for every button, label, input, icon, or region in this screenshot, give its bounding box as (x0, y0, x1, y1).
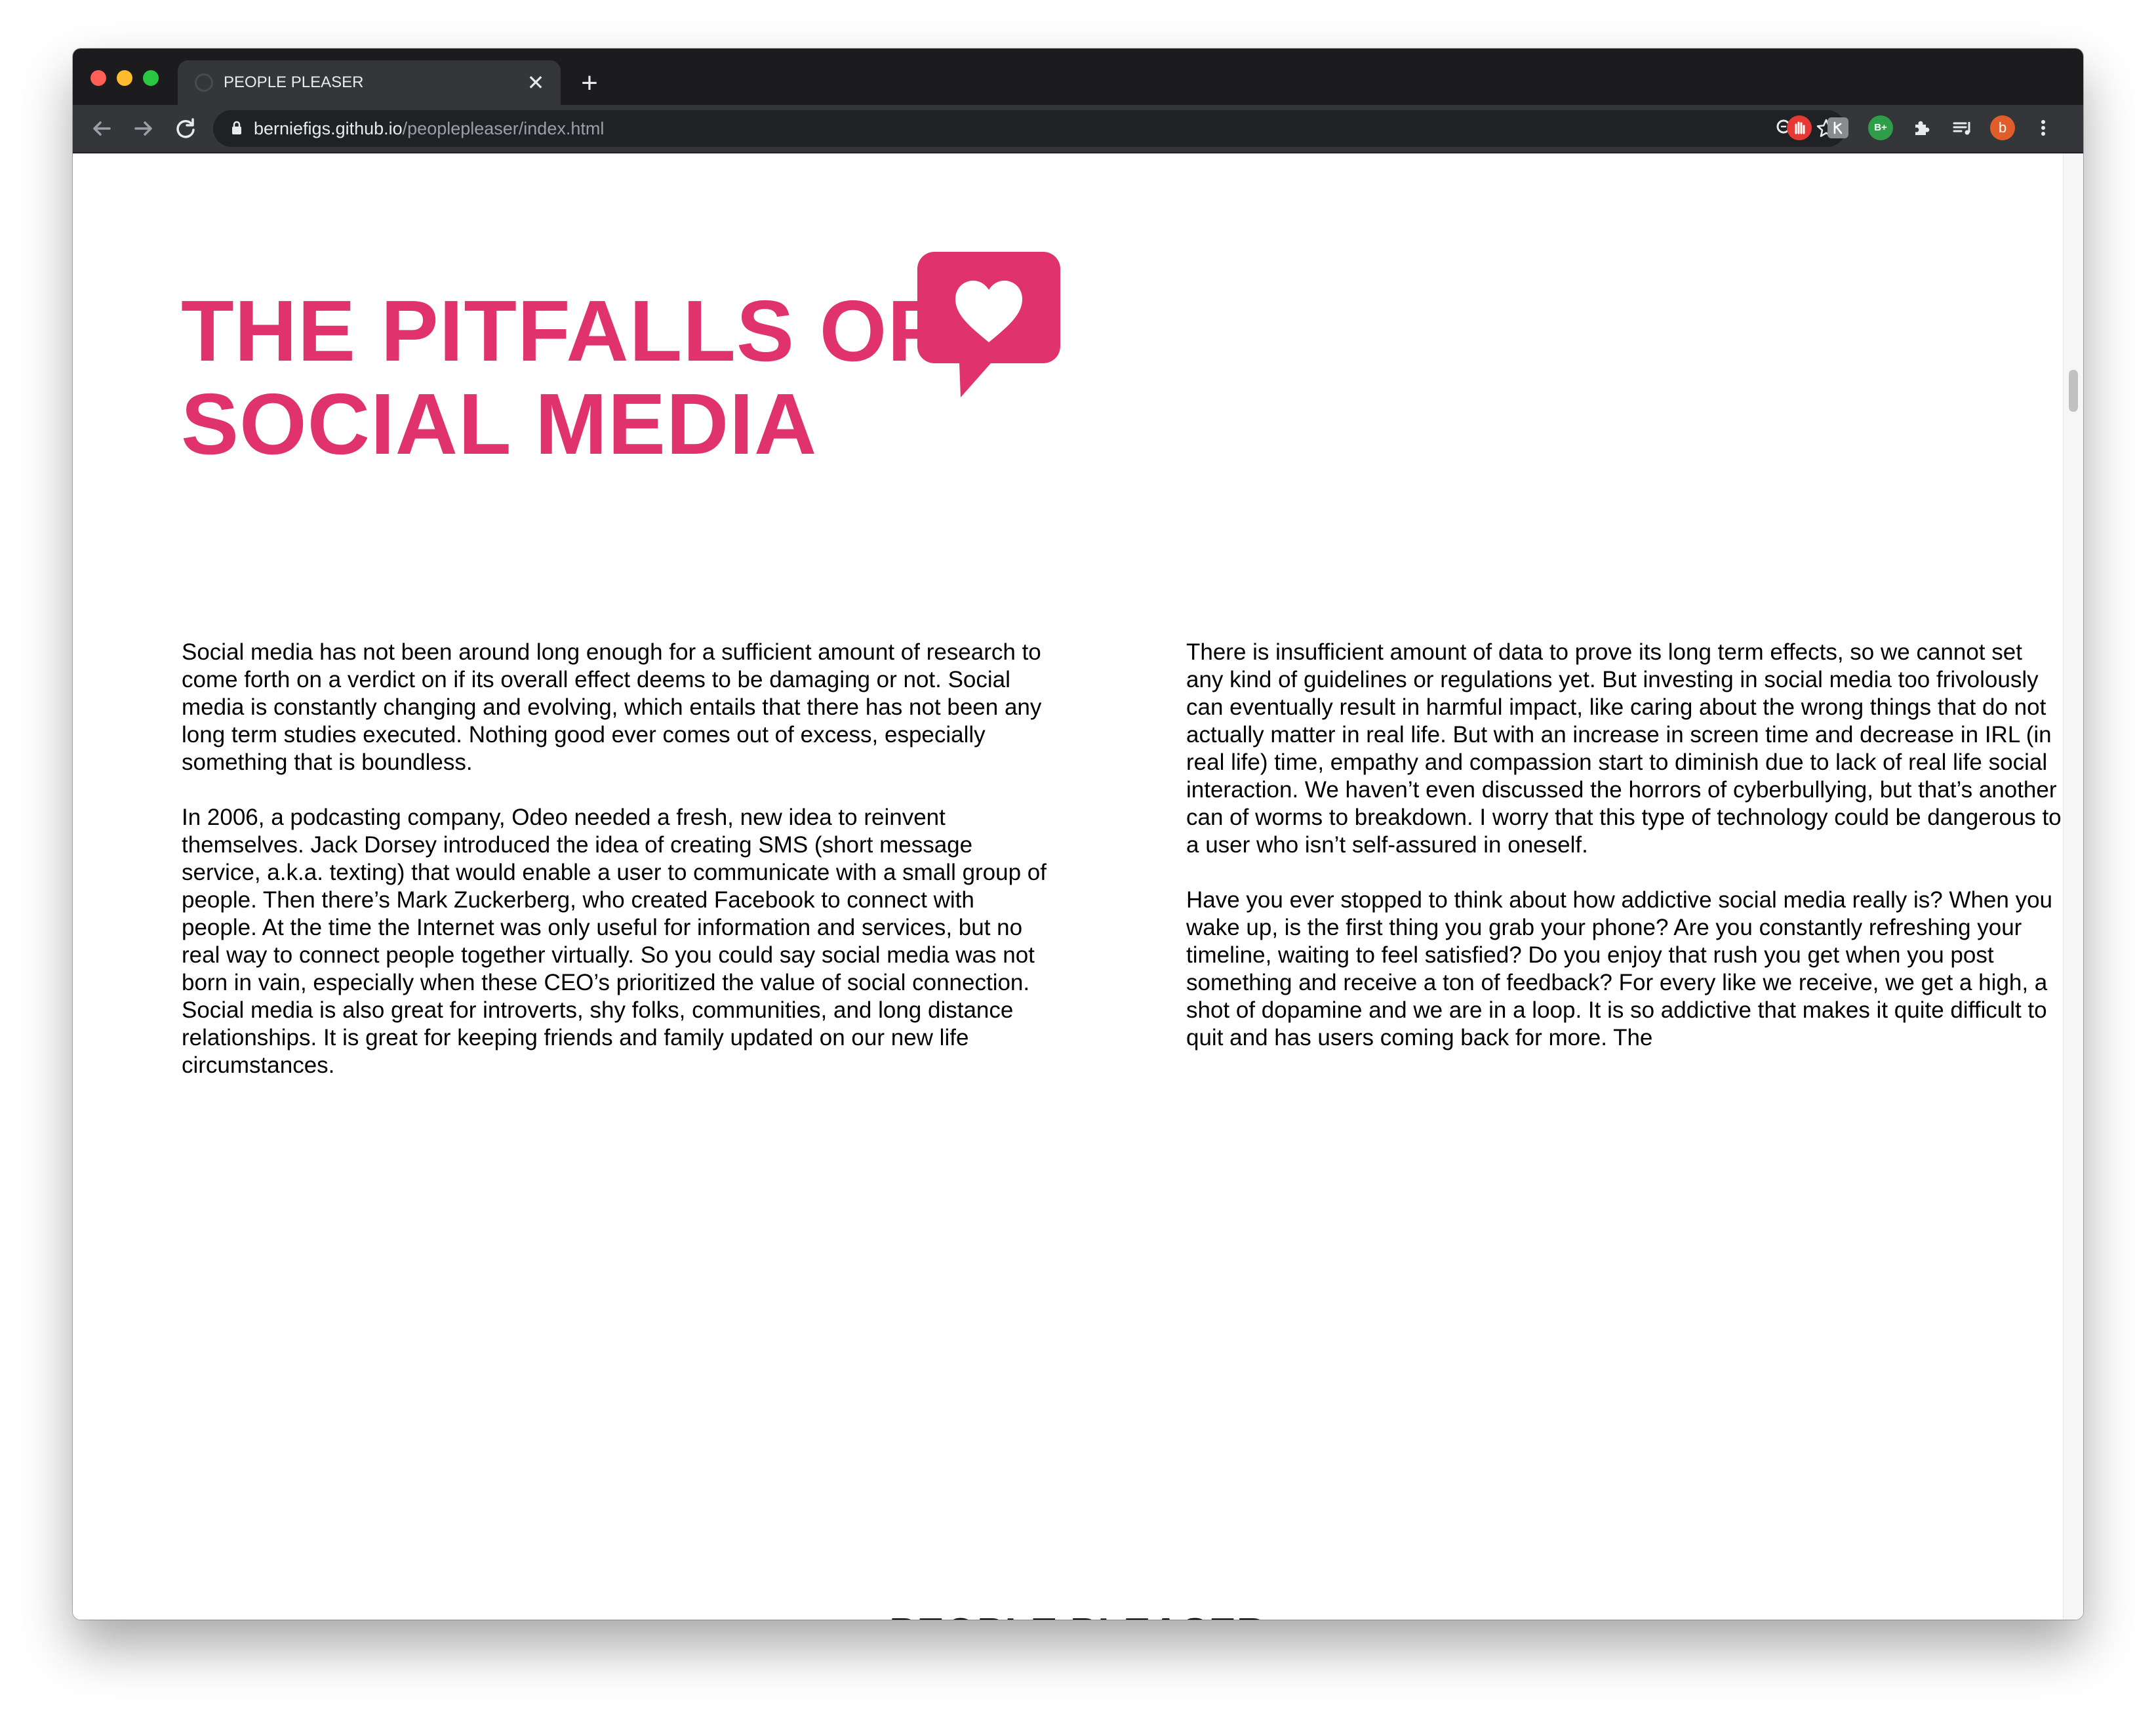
scrollbar-thumb[interactable] (2069, 370, 2078, 412)
paragraph: Have you ever stopped to think about how… (1186, 887, 2053, 1050)
browser-window: PEOPLE PLEASER ✕ + berniefigs.github.io/… (73, 49, 2083, 1620)
puzzle-icon[interactable] (1909, 115, 1934, 140)
media-icon[interactable] (1949, 115, 1974, 140)
page-viewport: THE PITFALLS OF SOCIAL MEDIA Social media… (73, 153, 2083, 1620)
heart-speech-bubble-icon (917, 252, 1060, 397)
close-tab-icon[interactable]: ✕ (523, 70, 549, 96)
extension-icon[interactable] (1827, 117, 1848, 138)
paragraph: Social media has not been around long en… (182, 639, 1042, 775)
url-path: /peoplepleaser/index.html (402, 119, 605, 138)
reload-icon[interactable] (169, 111, 203, 146)
column-clip: There is insufficient amount of data to … (1186, 639, 2065, 1081)
url-text: berniefigs.github.io/peoplepleaser/index… (254, 117, 604, 140)
lock-icon (232, 121, 241, 134)
tab-title: PEOPLE PLEASER (224, 73, 364, 91)
profile-avatar[interactable]: b (1990, 115, 2015, 140)
paragraph: In 2006, a podcasting company, Odeo need… (182, 805, 1047, 1078)
new-tab-button[interactable]: + (572, 66, 607, 101)
address-bar[interactable]: berniefigs.github.io/peoplepleaser/index… (213, 110, 1846, 147)
tab-strip: PEOPLE PLEASER ✕ + (73, 49, 2083, 105)
tab-favicon-icon (195, 73, 213, 92)
article-column-right: There is insufficient amount of data to … (1186, 639, 2065, 1081)
forward-arrow-icon[interactable] (127, 111, 161, 146)
page-title: THE PITFALLS OF SOCIAL MEDIA (181, 285, 941, 471)
tab-active[interactable]: PEOPLE PLEASER ✕ (178, 60, 561, 105)
page-title-line2: SOCIAL MEDIA (181, 376, 818, 472)
scrollbar[interactable] (2063, 153, 2083, 1620)
extension-badge-icon[interactable]: B+ (1868, 115, 1893, 140)
minimize-window-button[interactable] (117, 70, 132, 86)
kebab-menu-icon[interactable] (2031, 115, 2056, 140)
url-host: berniefigs.github.io (254, 119, 403, 138)
article-column-left: Social media has not been around long en… (182, 639, 1047, 1107)
back-arrow-icon[interactable] (85, 111, 119, 146)
adblock-icon[interactable] (1787, 115, 1812, 140)
page-title-line1: THE PITFALLS OF (181, 283, 941, 379)
zoom-window-button[interactable] (143, 70, 159, 86)
browser-toolbar: berniefigs.github.io/peoplepleaser/index… (73, 105, 2083, 153)
paragraph: There is insufficient amount of data to … (1186, 639, 2062, 858)
close-window-button[interactable] (90, 70, 106, 86)
footer-brand[interactable]: PEOPLE PLEASER (73, 1610, 2083, 1620)
